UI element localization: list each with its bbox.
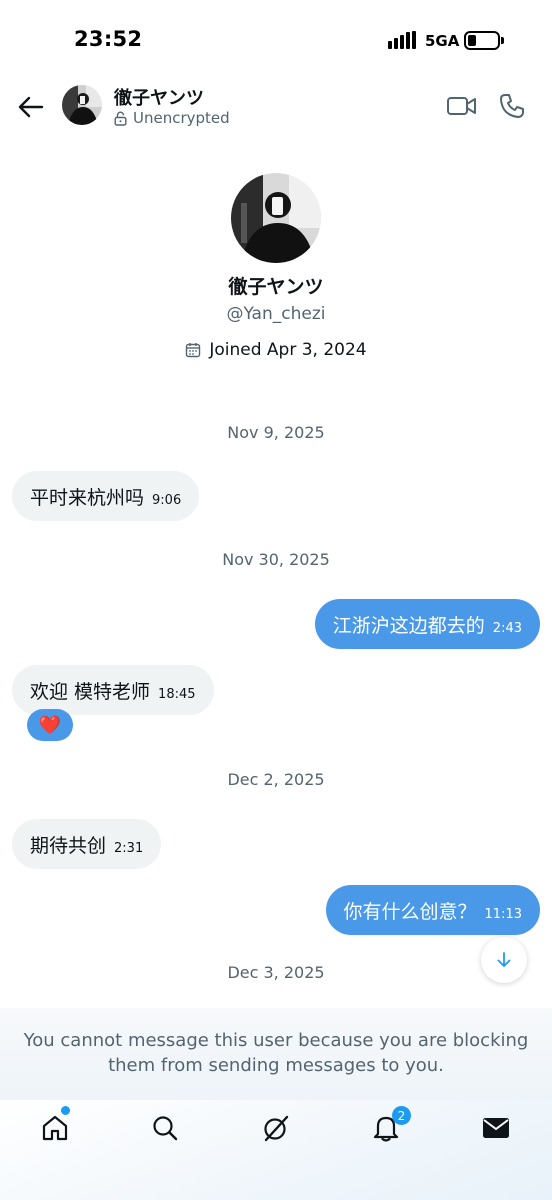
joined-label: Joined Apr 3, 2024 [209, 340, 367, 360]
date-separator: Nov 30, 2025 [222, 550, 330, 569]
message-bubble-incoming[interactable]: 期待共创 2:31 [12, 819, 162, 869]
scroll-to-bottom-button[interactable] [481, 937, 527, 983]
calendar-icon [186, 343, 201, 358]
home-icon [42, 1115, 68, 1141]
network-label: 5GA [425, 32, 460, 50]
bottom-tab-bar [0, 1100, 552, 1200]
heart-icon: ❤️ [38, 714, 62, 736]
message-bubble-incoming[interactable]: 平时来杭州吗 9:06 [12, 471, 200, 521]
voice-call-button[interactable] [498, 92, 526, 120]
date-separator: Dec 2, 2025 [227, 770, 325, 789]
joined-date: Joined Apr 3, 2024 [0, 340, 552, 360]
conversation-header: 徹子ヤンツ Unencrypted [0, 80, 552, 136]
date-separator: Nov 9, 2025 [227, 423, 325, 442]
arrow-down-icon [497, 952, 511, 967]
message-bubble-incoming[interactable]: 欢迎 模特老师 18:45 [12, 665, 214, 715]
message-time: 2:31 [114, 840, 144, 856]
back-button[interactable] [14, 90, 48, 124]
grok-icon [264, 1115, 289, 1142]
header-name[interactable]: 徹子ヤンツ [114, 84, 204, 110]
tab-home[interactable] [35, 1108, 75, 1148]
search-icon [153, 1116, 178, 1141]
message-time: 18:45 [158, 686, 196, 702]
message-bubble-outgoing[interactable]: 你有什么创意？ 11:13 [325, 885, 540, 935]
blocked-notice: You cannot message this user because you… [0, 1008, 552, 1100]
message-text: 你有什么创意？ [343, 900, 477, 923]
encryption-status: Unencrypted [114, 109, 230, 127]
arrow-left-icon [18, 96, 44, 118]
video-call-button[interactable] [446, 94, 478, 118]
status-time: 23:52 [74, 27, 143, 51]
message-text: 期待共创 [30, 834, 107, 857]
blocked-notice-text: You cannot message this user because you… [23, 1030, 529, 1076]
encryption-label: Unencrypted [133, 109, 230, 127]
messages-icon [483, 1118, 509, 1138]
message-time: 11:13 [484, 906, 522, 922]
message-time: 9:06 [152, 492, 182, 508]
tab-grok[interactable] [256, 1108, 296, 1148]
message-text: 欢迎 模特老师 [30, 680, 151, 703]
date-separator: Dec 3, 2025 [227, 963, 325, 982]
message-bubble-outgoing[interactable]: 江浙沪这边都去的 2:43 [314, 599, 540, 649]
avatar[interactable] [62, 85, 102, 125]
tab-messages[interactable] [476, 1108, 516, 1148]
unlock-icon [114, 111, 127, 126]
battery-icon [464, 31, 500, 50]
notification-count-badge: 2 [392, 1106, 411, 1125]
profile-handle[interactable]: @Yan_chezi [0, 304, 552, 324]
message-text: 江浙沪这边都去的 [332, 614, 485, 637]
profile-name[interactable]: 徹子ヤンツ [0, 272, 552, 299]
home-new-indicator [61, 1106, 70, 1115]
video-camera-icon [447, 97, 476, 115]
heart-reaction[interactable]: ❤️ [27, 709, 73, 741]
phone-icon [500, 94, 524, 118]
status-bar: 23:52 5GA [0, 0, 552, 80]
message-text: 平时来杭州吗 [30, 486, 145, 509]
tab-search[interactable] [145, 1108, 185, 1148]
profile-avatar[interactable] [231, 173, 321, 263]
signal-icon [388, 31, 418, 49]
message-time: 2:43 [492, 620, 522, 636]
battery-nub [501, 37, 504, 44]
